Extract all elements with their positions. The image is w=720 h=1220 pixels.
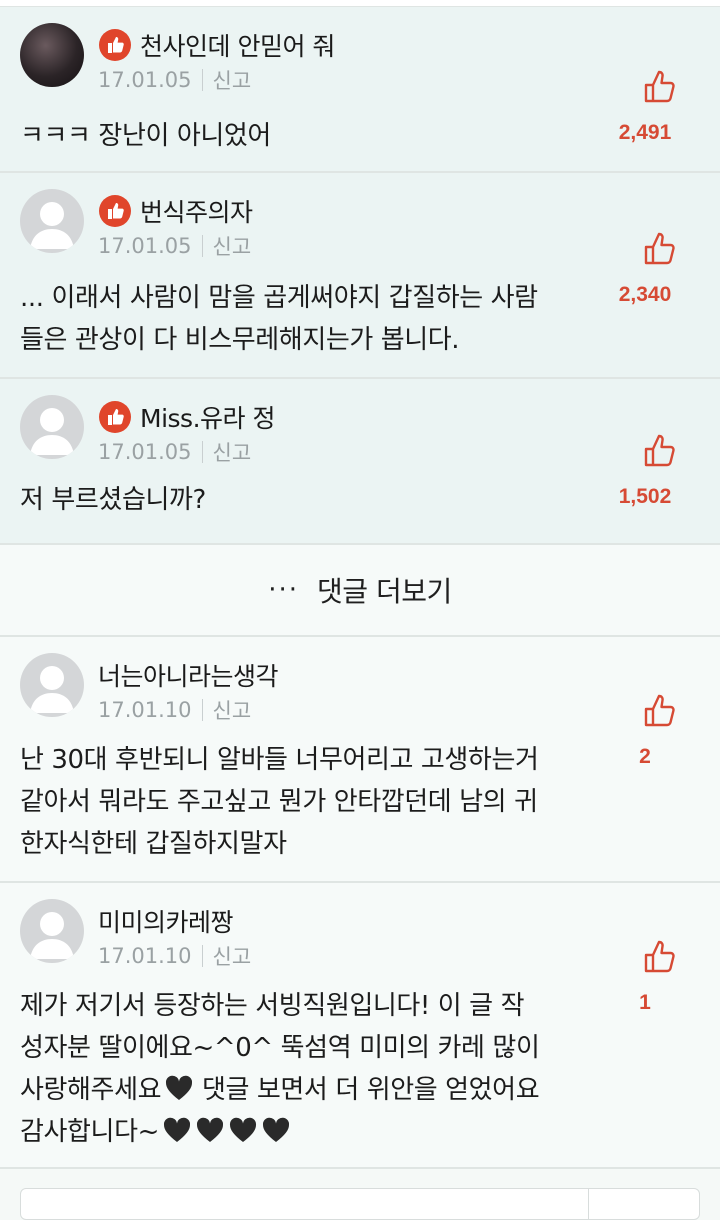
black-heart-icon xyxy=(229,1117,257,1142)
like-count: 1,502 xyxy=(618,485,672,508)
comment-meta: 17.01.10 신고 xyxy=(98,941,251,971)
comment-line: 제가 저기서 등장하는 서빙직원입니다! 이 글 작 xyxy=(20,991,525,1021)
comment-meta: 17.01.10 신고 xyxy=(98,695,251,725)
comment-date: 17.01.05 xyxy=(98,234,192,258)
comment-date: 17.01.05 xyxy=(98,68,192,92)
comment-line: 들은 관상이 다 비스무레해지는가 봅니다. xyxy=(20,325,460,355)
comment-line: ㅋㅋㅋ 장난이 아니었어 xyxy=(20,121,271,151)
comment-meta: 17.01.05 신고 xyxy=(98,65,251,95)
more-comments-label: 댓글 더보기 xyxy=(317,575,452,608)
like-count: 2,340 xyxy=(618,283,672,306)
thumbs-up-icon[interactable] xyxy=(642,431,678,469)
best-badge-icon xyxy=(99,29,131,61)
comment-line: 한자식한테 갑질하지말자 xyxy=(20,829,287,859)
comment-body: 제가 저기서 등장하는 서빙직원입니다! 이 글 작 성자분 딸이에요~^0^ … xyxy=(20,985,610,1153)
comment-header: 천사인데 안믿어 줘 xyxy=(98,27,335,63)
thumbs-up-icon[interactable] xyxy=(642,229,678,267)
comment-text: 댓글 보면서 더 위안을 얻었어요 xyxy=(194,1075,540,1105)
comment-body: 저 부르셨습니까? xyxy=(20,479,610,521)
comment-line: 저 부르셨습니까? xyxy=(20,485,206,515)
avatar[interactable] xyxy=(20,23,84,87)
black-heart-icon xyxy=(166,1075,193,1100)
meta-divider xyxy=(201,441,203,463)
report-link[interactable]: 신고 xyxy=(213,231,252,261)
comment-line: 성자분 딸이에요~^0^ 뚝섬역 미미의 카레 많이 xyxy=(20,1033,540,1063)
comment: 미미의카레짱 17.01.10 신고 제가 저기서 등장하는 서빙직원입니다! … xyxy=(0,883,720,1169)
comment-date: 17.01.05 xyxy=(98,440,192,464)
avatar[interactable] xyxy=(20,653,84,717)
comment-line: ... 이래서 사람이 맘을 곱게써야지 갑질하는 사람 xyxy=(20,283,538,313)
meta-divider xyxy=(201,235,203,257)
best-badge-icon xyxy=(99,195,131,227)
comment-header: 번식주의자 xyxy=(98,193,253,229)
nickname[interactable]: Miss.유라 정 xyxy=(140,399,275,435)
comment-line: 난 30대 후반되니 알바들 너무어리고 고생하는거 xyxy=(20,745,539,775)
report-link[interactable]: 신고 xyxy=(213,941,252,971)
best-comment: Miss.유라 정 17.01.05 신고 저 부르셨습니까? 1,502 xyxy=(0,379,720,545)
avatar[interactable] xyxy=(20,899,84,963)
like-count: 1 xyxy=(639,991,651,1014)
comment-meta: 17.01.05 신고 xyxy=(98,231,251,261)
comment-header: Miss.유라 정 xyxy=(98,399,275,435)
default-avatar-icon xyxy=(30,666,74,713)
comment-body: ... 이래서 사람이 맘을 곱게써야지 갑질하는 사람 들은 관상이 다 비스… xyxy=(20,277,610,361)
black-heart-icon xyxy=(196,1117,224,1142)
black-heart-icon xyxy=(163,1117,191,1142)
nickname[interactable]: 천사인데 안믿어 줘 xyxy=(140,27,335,63)
thumbs-up-icon[interactable] xyxy=(642,67,678,105)
nickname[interactable]: 번식주의자 xyxy=(140,193,253,229)
default-avatar-icon xyxy=(30,408,74,455)
avatar[interactable] xyxy=(20,189,84,253)
comment-line: 감사합니다~ xyxy=(20,1111,610,1153)
meta-divider xyxy=(201,69,203,91)
comment-submit-button[interactable] xyxy=(588,1189,699,1219)
comment-date: 17.01.10 xyxy=(98,944,192,968)
comment-header: 너는아니라는생각 xyxy=(98,657,279,693)
avatar[interactable] xyxy=(20,395,84,459)
report-link[interactable]: 신고 xyxy=(213,437,252,467)
black-heart-icon xyxy=(262,1117,290,1142)
comment-text: 사랑해주세요 xyxy=(20,1075,162,1105)
thumbs-up-icon[interactable] xyxy=(642,691,678,729)
comment: 너는아니라는생각 17.01.10 신고 난 30대 후반되니 알바들 너무어리… xyxy=(0,637,720,883)
report-link[interactable]: 신고 xyxy=(213,695,252,725)
default-avatar-icon xyxy=(30,912,74,959)
comment-line: 사랑해주세요 댓글 보면서 더 위안을 얻었어요 xyxy=(20,1069,610,1111)
more-dots-icon: ··· xyxy=(268,575,300,605)
best-badge-icon xyxy=(99,401,131,433)
like-count: 2 xyxy=(639,745,651,768)
meta-divider xyxy=(201,699,203,721)
comment-meta: 17.01.05 신고 xyxy=(98,437,251,467)
report-link[interactable]: 신고 xyxy=(213,65,252,95)
meta-divider xyxy=(201,945,203,967)
comment-body: 난 30대 후반되니 알바들 너무어리고 고생하는거 같아서 뭐라도 주고싶고 … xyxy=(20,739,610,865)
default-avatar-icon xyxy=(30,202,74,249)
nickname[interactable]: 미미의카레짱 xyxy=(98,903,234,939)
best-comment: 천사인데 안믿어 줘 17.01.05 신고 ㅋㅋㅋ 장난이 아니었어 2,49… xyxy=(0,7,720,173)
more-comments-button[interactable]: ··· 댓글 더보기 xyxy=(0,545,720,637)
like-count: 2,491 xyxy=(618,121,672,144)
comment-input[interactable] xyxy=(20,1188,700,1220)
comment-text: 감사합니다~ xyxy=(20,1117,159,1147)
comment-line: 같아서 뭐라도 주고싶고 뭔가 안타깝던데 남의 귀 xyxy=(20,787,538,817)
comment-header: 미미의카레짱 xyxy=(98,903,234,939)
top-divider xyxy=(0,0,720,7)
comment-date: 17.01.10 xyxy=(98,698,192,722)
best-comment: 번식주의자 17.01.05 신고 ... 이래서 사람이 맘을 곱게써야지 갑… xyxy=(0,173,720,379)
nickname[interactable]: 너는아니라는생각 xyxy=(98,657,279,693)
thumbs-up-icon[interactable] xyxy=(642,937,678,975)
comment-body: ㅋㅋㅋ 장난이 아니었어 xyxy=(20,115,610,157)
